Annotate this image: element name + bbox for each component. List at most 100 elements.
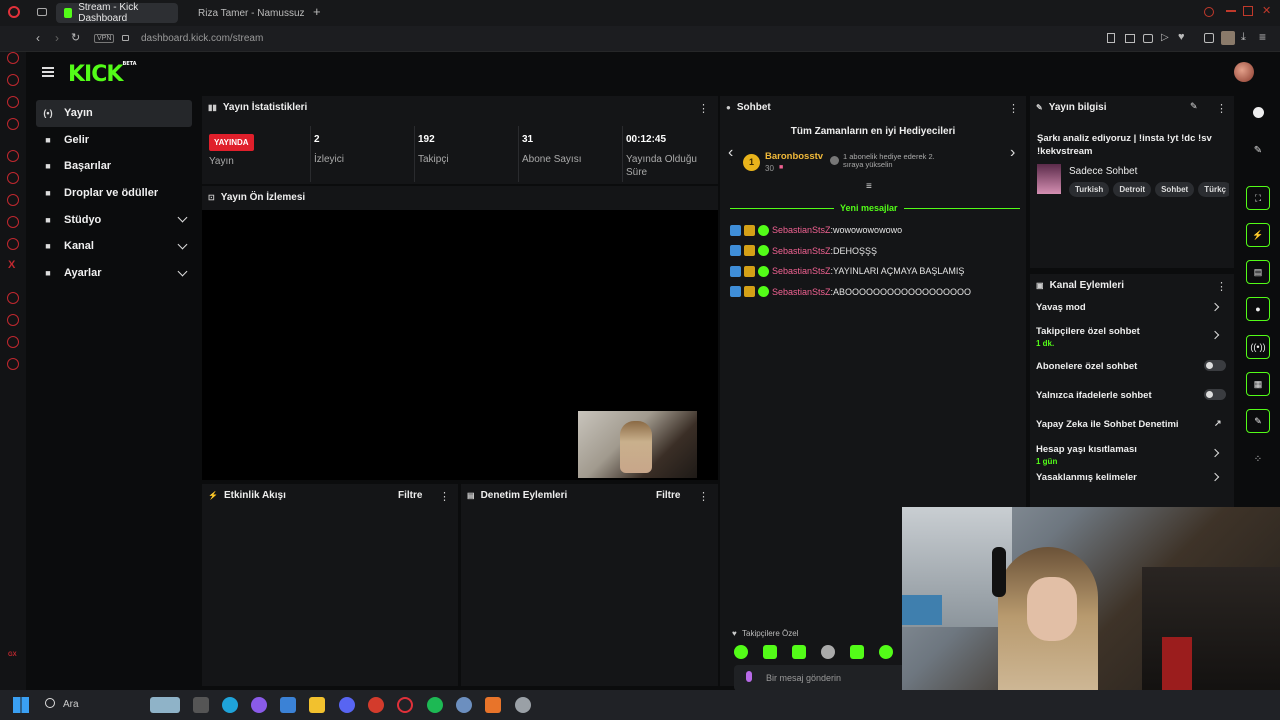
document-icon[interactable]: ▤ [1246, 260, 1270, 284]
sidebar-item-5[interactable]: ■ Kanal [36, 233, 192, 260]
telegram-icon[interactable] [7, 118, 19, 130]
gifters-next-icon[interactable]: › [1010, 144, 1015, 162]
emote-icon[interactable] [734, 645, 748, 659]
file-explorer-icon[interactable] [309, 697, 325, 713]
channel-action-2[interactable]: Abonelere özel sohbet [1036, 360, 1226, 372]
chat-username[interactable]: SebastianStsZ [772, 246, 831, 256]
vpn-badge[interactable]: VPN [94, 34, 115, 43]
scroll-down-icon[interactable]: ≡ [866, 181, 872, 192]
stream-info-menu-icon[interactable] [1216, 102, 1227, 115]
sidebar-item-0[interactable]: (•) Yayın [36, 100, 192, 127]
chevron-down-icon[interactable] [177, 266, 188, 277]
vk-icon[interactable] [7, 150, 19, 162]
workspaces-icon[interactable] [37, 8, 47, 16]
chat-message[interactable]: SebastianStsZ: YAYINLARI AÇMAYA BAŞLAMIŞ [730, 264, 964, 278]
more-tools-icon[interactable]: ⁘ [1246, 447, 1270, 471]
channel-action-4[interactable]: Yapay Zeka ile Sohbet Denetimi ↗ [1036, 418, 1226, 430]
adobe-icon[interactable] [485, 697, 501, 713]
chat-message[interactable]: SebastianStsZ: wowowowowowo [730, 223, 902, 237]
x-icon[interactable]: X [8, 259, 15, 271]
player-icon[interactable]: ▷ [1161, 32, 1169, 43]
messenger-icon[interactable] [7, 74, 19, 86]
player-sidebar-icon[interactable] [7, 292, 19, 304]
forward-icon[interactable]: › [55, 31, 59, 45]
emote-icon[interactable] [763, 645, 777, 659]
extensions-sidebar-icon[interactable] [7, 336, 19, 348]
pencil-icon[interactable]: ✎ [1246, 138, 1270, 162]
chat-username[interactable]: SebastianStsZ [772, 266, 831, 276]
tab-kick-dashboard[interactable]: Stream - Kick Dashboard [56, 2, 178, 24]
back-icon[interactable]: ‹ [36, 31, 40, 45]
chat-message[interactable]: SebastianStsZ: ABOOOOOOOOOOOOOOOOOO [730, 285, 971, 299]
chrome-icon[interactable] [368, 697, 384, 713]
sidebar-item-4[interactable]: ■ Stüdyo [36, 206, 192, 233]
download-icon[interactable]: ⤓ [1241, 31, 1246, 44]
gifter-name[interactable]: Baronbosstv [765, 151, 823, 162]
webcam-overlay[interactable] [902, 507, 1280, 720]
channel-action-0[interactable]: Yavaş mod [1036, 302, 1226, 313]
toggle-switch[interactable] [1204, 360, 1226, 371]
menu-icon[interactable]: ≡ [1259, 30, 1266, 44]
gifters-prev-icon[interactable]: ‹ [728, 144, 733, 162]
hamburger-menu-icon[interactable] [42, 67, 54, 77]
emote-icon[interactable] [850, 645, 864, 659]
new-tab-button[interactable]: + [313, 4, 321, 19]
store-icon[interactable] [280, 697, 296, 713]
search-icon[interactable] [45, 698, 55, 708]
wrench-rail-icon[interactable]: ✎ [1246, 409, 1270, 433]
chat-message[interactable]: SebastianStsZ: DEHOŞŞŞ [730, 244, 877, 258]
chat-rail-icon[interactable]: ● [1246, 297, 1270, 321]
category-name[interactable]: Sadece Sohbet [1069, 166, 1137, 177]
bookmark-icon[interactable] [1107, 33, 1115, 43]
emote-icon[interactable] [821, 645, 835, 659]
task-view-icon[interactable] [193, 697, 209, 713]
twitch-icon[interactable] [7, 172, 19, 184]
profile-icon[interactable] [1221, 31, 1235, 45]
edit-icon[interactable]: ✎ [1190, 101, 1198, 112]
search-tabs-icon[interactable] [1204, 7, 1214, 17]
reload-icon[interactable]: ↻ [71, 31, 80, 44]
mic-icon[interactable] [746, 671, 752, 682]
activity-menu-icon[interactable] [439, 490, 450, 503]
layout-icon[interactable]: ▦ [1246, 372, 1270, 396]
sidebar-item-3[interactable]: ■ Droplar ve ödüller [36, 180, 192, 207]
close-icon[interactable]: ✕ [1262, 6, 1272, 17]
info-icon[interactable] [1246, 100, 1270, 124]
external-link-icon[interactable]: ↗ [1214, 418, 1222, 429]
taskbar-search-label[interactable]: Ara [63, 699, 79, 710]
channel-actions-menu-icon[interactable] [1216, 280, 1227, 293]
channel-action-5[interactable]: Hesap yaşı kısıtlaması 1 gün [1036, 444, 1226, 466]
kick-logo[interactable]: KICKBETA [68, 61, 137, 87]
avatar[interactable] [1234, 62, 1254, 82]
tab-youtube[interactable]: Riza Tamer - Namussuz S [184, 3, 304, 23]
emote-icon[interactable] [792, 645, 806, 659]
discord-icon[interactable] [7, 194, 19, 206]
activity-filter-button[interactable]: Filtre [398, 490, 422, 501]
stream-tag[interactable]: Detroit [1113, 182, 1152, 197]
chevron-down-icon[interactable] [177, 212, 188, 223]
chat-username[interactable]: SebastianStsZ [772, 287, 831, 297]
moderation-menu-icon[interactable] [698, 490, 709, 503]
stream-tag[interactable]: Turkish [1069, 182, 1110, 197]
opera-logo-icon[interactable] [8, 6, 20, 18]
whatsapp-icon[interactable] [7, 96, 19, 108]
windows-start-icon[interactable] [13, 697, 29, 713]
discord-taskbar-icon[interactable] [339, 697, 355, 713]
url-field[interactable]: dashboard.kick.com/stream [141, 33, 263, 44]
chevron-down-icon[interactable] [177, 239, 188, 250]
moderation-filter-button[interactable]: Filtre [656, 490, 680, 501]
shield-icon[interactable] [1143, 34, 1153, 43]
tiktok-icon[interactable] [7, 216, 19, 228]
preview-video[interactable] [578, 411, 697, 478]
spotify-icon[interactable] [427, 697, 443, 713]
edge-icon[interactable] [222, 697, 238, 713]
fullscreen-icon[interactable]: ⛶ [1246, 186, 1270, 210]
sidebar-item-6[interactable]: ■ Ayarlar [36, 260, 192, 287]
copilot-icon[interactable] [251, 697, 267, 713]
sidebar-item-2[interactable]: ■ Başarılar [36, 153, 192, 180]
stats-menu-icon[interactable] [698, 102, 709, 115]
bolt-rail-icon[interactable]: ⚡ [1246, 223, 1270, 247]
channel-action-1[interactable]: Takipçilere özel sohbet 1 dk. [1036, 326, 1226, 348]
stream-tag[interactable]: Türkç [1198, 182, 1229, 197]
channel-action-3[interactable]: Yalnızca ifadelerle sohbet [1036, 389, 1226, 401]
